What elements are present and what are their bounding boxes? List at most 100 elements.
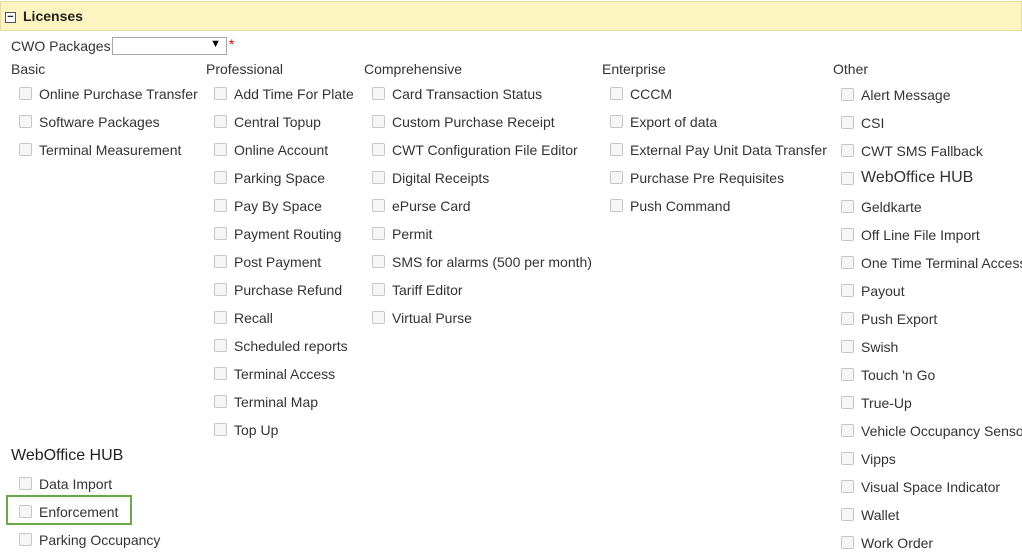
checkbox[interactable] xyxy=(841,480,854,493)
checkbox[interactable] xyxy=(19,115,32,128)
checkbox[interactable] xyxy=(841,228,854,241)
checkbox[interactable] xyxy=(372,283,385,296)
checkbox[interactable] xyxy=(841,536,854,549)
license-label: Custom Purchase Receipt xyxy=(392,114,555,130)
checkbox[interactable] xyxy=(372,115,385,128)
collapse-icon[interactable]: − xyxy=(5,12,16,23)
license-label: CWT Configuration File Editor xyxy=(392,142,578,158)
license-label: ePurse Card xyxy=(392,198,471,214)
enforcement-highlight-box xyxy=(6,495,132,525)
cwo-packages-select[interactable]: ▼ xyxy=(112,37,227,55)
checkbox[interactable] xyxy=(372,143,385,156)
license-label: Terminal Map xyxy=(234,394,319,410)
license-label: Alert Message xyxy=(861,87,951,103)
checkbox[interactable] xyxy=(214,227,227,240)
checkbox[interactable] xyxy=(372,199,385,212)
license-label: Tariff Editor xyxy=(392,282,463,298)
checkbox[interactable] xyxy=(214,115,227,128)
license-label: External Pay Unit Data Transfer xyxy=(630,142,827,158)
checkbox[interactable] xyxy=(214,395,227,408)
license-label: Push Command xyxy=(630,198,731,214)
checkbox[interactable] xyxy=(841,368,854,381)
checkbox[interactable] xyxy=(214,199,227,212)
checkbox[interactable] xyxy=(610,199,623,212)
checkbox[interactable] xyxy=(372,311,385,324)
checkbox[interactable] xyxy=(841,88,854,101)
license-label: Work Order xyxy=(861,535,934,551)
license-label: CSI xyxy=(861,115,885,131)
checkbox[interactable] xyxy=(841,200,854,213)
license-label: Central Topup xyxy=(234,114,321,130)
checkbox[interactable] xyxy=(214,171,227,184)
license-label: Pay By Space xyxy=(234,198,322,214)
license-label: CWT SMS Fallback xyxy=(861,143,983,159)
checkbox[interactable] xyxy=(214,423,227,436)
checkbox[interactable] xyxy=(841,396,854,409)
checkbox[interactable] xyxy=(610,143,623,156)
license-label: Export of data xyxy=(630,114,718,130)
checkbox[interactable] xyxy=(841,340,854,353)
license-label: Vipps xyxy=(861,451,896,467)
checkbox[interactable] xyxy=(19,533,32,546)
license-label: Terminal Measurement xyxy=(39,142,182,158)
checkbox[interactable] xyxy=(372,255,385,268)
checkbox[interactable] xyxy=(841,424,854,437)
checkbox[interactable] xyxy=(841,452,854,465)
column-heading-enterprise: Enterprise xyxy=(602,61,666,77)
checkbox[interactable] xyxy=(19,87,32,100)
license-label: Geldkarte xyxy=(861,199,922,215)
license-label: WebOffice HUB xyxy=(861,169,974,186)
checkbox[interactable] xyxy=(372,87,385,100)
checkbox[interactable] xyxy=(610,115,623,128)
checkbox[interactable] xyxy=(214,311,227,324)
license-label: Card Transaction Status xyxy=(392,86,543,102)
license-label: True-Up xyxy=(861,395,912,411)
checkbox[interactable] xyxy=(372,227,385,240)
licenses-section-header: − Licenses xyxy=(0,1,1022,31)
license-label: Online Purchase Transfer xyxy=(39,86,198,102)
column-heading-comprehensive: Comprehensive xyxy=(364,61,463,77)
checkbox[interactable] xyxy=(214,367,227,380)
checkbox[interactable] xyxy=(610,87,623,100)
checkbox[interactable] xyxy=(841,508,854,521)
license-label: Touch 'n Go xyxy=(861,367,936,383)
checkbox[interactable] xyxy=(214,255,227,268)
license-label: Online Account xyxy=(234,142,329,158)
license-label: Purchase Refund xyxy=(234,282,343,298)
license-label: Add Time For Plate xyxy=(234,86,354,102)
checkbox[interactable] xyxy=(841,144,854,157)
column-heading-other: Other xyxy=(833,61,869,77)
license-label: Software Packages xyxy=(39,114,160,130)
license-label: Parking Occupancy xyxy=(39,532,161,548)
license-label: One Time Terminal Access xyxy=(861,255,1022,271)
checkbox[interactable] xyxy=(841,284,854,297)
checkbox[interactable] xyxy=(214,87,227,100)
license-label: Parking Space xyxy=(234,170,326,186)
license-label: Terminal Access xyxy=(234,366,336,382)
cwo-packages-label: CWO Packages xyxy=(11,38,111,54)
checkbox[interactable] xyxy=(841,256,854,269)
checkbox[interactable] xyxy=(19,143,32,156)
checkbox[interactable] xyxy=(841,172,854,185)
license-label: Off Line File Import xyxy=(861,227,980,243)
required-marker: * xyxy=(229,36,235,52)
section-title: Licenses xyxy=(23,8,83,24)
checkbox[interactable] xyxy=(19,477,32,490)
checkbox[interactable] xyxy=(610,171,623,184)
checkbox[interactable] xyxy=(372,171,385,184)
license-label: Payment Routing xyxy=(234,226,342,242)
weboffice-hub-heading: WebOffice HUB xyxy=(11,447,124,464)
checkbox[interactable] xyxy=(841,116,854,129)
license-label: Swish xyxy=(861,339,899,355)
checkbox[interactable] xyxy=(214,283,227,296)
license-label: Scheduled reports xyxy=(234,338,348,354)
checkbox[interactable] xyxy=(841,312,854,325)
dropdown-arrow-icon: ▼ xyxy=(210,38,221,50)
license-label: Wallet xyxy=(861,507,900,523)
license-label: Recall xyxy=(234,310,273,326)
column-heading-professional: Professional xyxy=(206,61,284,77)
license-label: Payout xyxy=(861,283,905,299)
checkbox[interactable] xyxy=(214,339,227,352)
checkbox[interactable] xyxy=(214,143,227,156)
license-label: SMS for alarms (500 per month) xyxy=(392,254,592,270)
